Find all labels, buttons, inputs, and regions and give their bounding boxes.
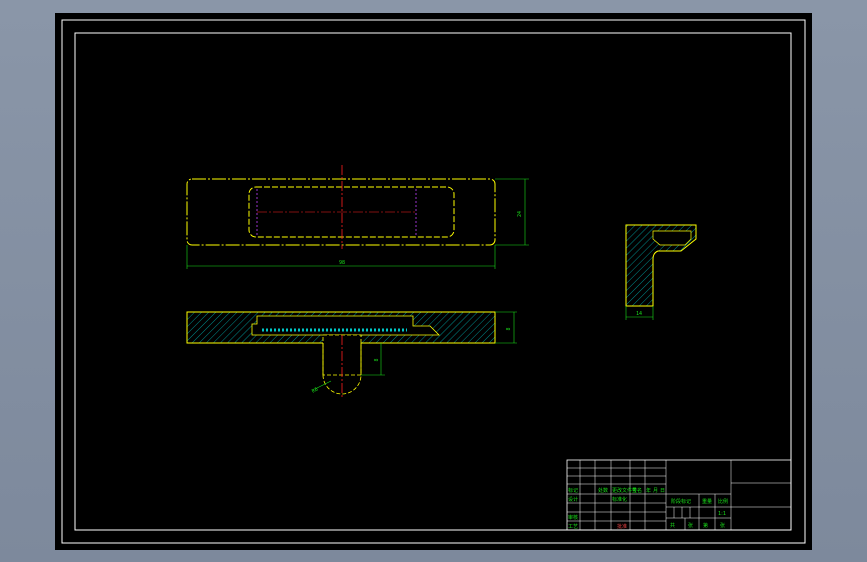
tb-label-ratify: 批准 xyxy=(617,523,627,530)
dim-radius-leader xyxy=(314,380,332,390)
dim-length-label: 98 xyxy=(339,260,345,266)
title-block-outline xyxy=(566,459,792,531)
tb-label-total: 共 xyxy=(670,522,675,529)
title-block[interactable]: 标记 处数 更改文件号 签名 年 月 日 设计 标准化 审核 工艺 批准 阶段标… xyxy=(566,459,792,531)
section-view[interactable]: 8 8 R6 xyxy=(186,311,517,398)
tb-label-mark: 标记 xyxy=(568,487,578,494)
tb-label-month: 月 xyxy=(653,488,658,494)
tb-label-sheet: 张 xyxy=(720,522,725,529)
tb-label-count: 处数 xyxy=(598,487,608,494)
tb-label-standardize: 标准化 xyxy=(612,496,627,503)
tb-label-stage: 阶段标记 xyxy=(671,498,691,505)
section-slot-cut xyxy=(251,315,440,336)
tb-label-sign: 签名 xyxy=(632,487,642,494)
tb-label-day: 日 xyxy=(660,488,665,494)
detail-groove xyxy=(652,230,692,246)
inner-frame xyxy=(74,32,792,531)
revision-grid xyxy=(567,460,791,530)
drawing-viewport[interactable]: 24 98 8 8 R6 14 标记 处数 更改文件号 签名 年 月 日 设计 … xyxy=(55,13,812,550)
dim-thickness-label: 8 xyxy=(506,327,512,330)
top-view[interactable]: 24 98 xyxy=(186,165,529,269)
dim-stem-label: 8 xyxy=(374,358,380,361)
tb-label-sheets: 张 xyxy=(688,522,693,529)
tb-label-scale: 比例 xyxy=(718,498,728,505)
tb-label-craft: 工艺 xyxy=(568,524,578,530)
detail-dim-label: 14 xyxy=(636,311,642,317)
tb-label-approve: 审核 xyxy=(568,514,578,521)
tb-label-number: 第 xyxy=(703,522,708,529)
tb-label-weight: 重量 xyxy=(702,498,712,505)
tb-label-scale-value: 1:1 xyxy=(718,511,726,517)
detail-view[interactable]: 14 xyxy=(625,224,697,320)
tb-label-year: 年 xyxy=(646,487,651,494)
outer-frame xyxy=(61,19,806,544)
tb-label-designer: 设计 xyxy=(568,496,578,503)
dim-width-label: 24 xyxy=(517,211,523,217)
cad-drawing[interactable]: 24 98 8 8 R6 14 标记 处数 更改文件号 签名 年 月 日 设计 … xyxy=(55,13,812,550)
